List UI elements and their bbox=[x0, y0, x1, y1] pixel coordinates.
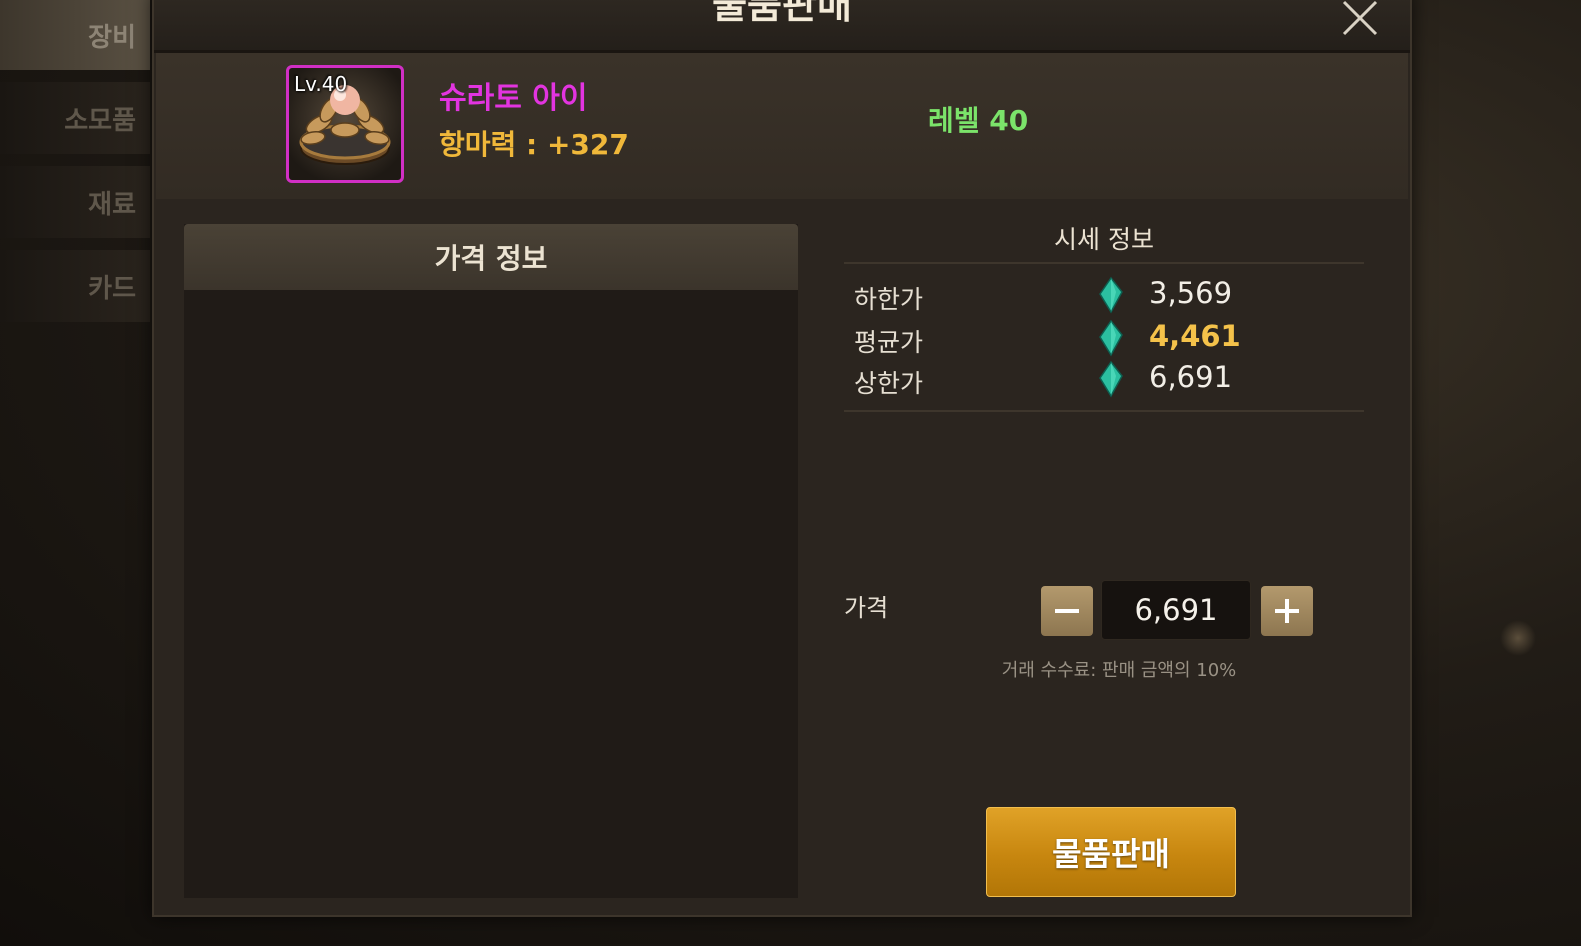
item-stat: 항마력 : +327 bbox=[439, 128, 629, 161]
gem-icon bbox=[1096, 319, 1126, 357]
market-value: 3,569 bbox=[1149, 276, 1233, 310]
tab-consumables[interactable]: 소모품 bbox=[0, 82, 150, 154]
market-value: 6,691 bbox=[1149, 360, 1233, 394]
tab-cards[interactable]: 카드 bbox=[0, 250, 150, 322]
category-tabs: 장비 소모품 재료 카드 bbox=[0, 0, 150, 334]
item-level-badge: Lv.40 bbox=[294, 72, 348, 96]
market-label: 하한가 bbox=[854, 285, 924, 314]
market-row-max: 상한가 6,691 bbox=[854, 360, 1354, 400]
gem-icon bbox=[1096, 276, 1126, 314]
background-glow bbox=[1500, 620, 1536, 656]
close-icon bbox=[1342, 0, 1378, 36]
divider bbox=[844, 410, 1364, 412]
tab-equipment[interactable]: 장비 bbox=[0, 0, 150, 70]
increase-price-button[interactable] bbox=[1261, 586, 1313, 636]
market-info-title: 시세 정보 bbox=[1054, 225, 1154, 254]
sell-item-dialog: 물품판매 Lv.40 슈라토 아이 항마력: +327 레벨 40 가격 정보… bbox=[152, 0, 1412, 917]
market-label: 상한가 bbox=[854, 369, 924, 398]
tab-materials[interactable]: 재료 bbox=[0, 166, 150, 238]
price-label: 가격 bbox=[844, 594, 889, 622]
market-value: 4,461 bbox=[1149, 319, 1241, 353]
market-row-min: 하한가 3,569 bbox=[854, 276, 1354, 316]
price-info-title: 가격 정보 bbox=[184, 224, 798, 290]
item-required-level: 레벨 40 bbox=[928, 104, 1029, 137]
plus-icon bbox=[1275, 599, 1299, 623]
gem-icon bbox=[1096, 360, 1126, 398]
divider bbox=[844, 262, 1364, 264]
sell-item-button[interactable]: 물품판매 bbox=[986, 807, 1236, 897]
market-label: 평균가 bbox=[854, 328, 924, 357]
fee-note: 거래 수수료: 판매 금액의 10% bbox=[1001, 660, 1237, 681]
dialog-header: 물품판매 bbox=[154, 0, 1410, 53]
dialog-title: 물품판매 bbox=[712, 0, 852, 27]
market-row-average: 평균가 4,461 bbox=[854, 319, 1354, 359]
close-button[interactable] bbox=[1338, 0, 1382, 40]
price-input[interactable] bbox=[1101, 580, 1251, 640]
item-summary: Lv.40 슈라토 아이 항마력 : +327 레벨 40 bbox=[156, 53, 1408, 199]
item-name: 슈라토 아이 bbox=[439, 81, 588, 116]
price-info-panel: 가격 정보 bbox=[184, 224, 798, 898]
decrease-price-button[interactable] bbox=[1041, 586, 1093, 636]
item-slot[interactable]: Lv.40 bbox=[286, 65, 404, 183]
minus-icon bbox=[1055, 609, 1079, 613]
